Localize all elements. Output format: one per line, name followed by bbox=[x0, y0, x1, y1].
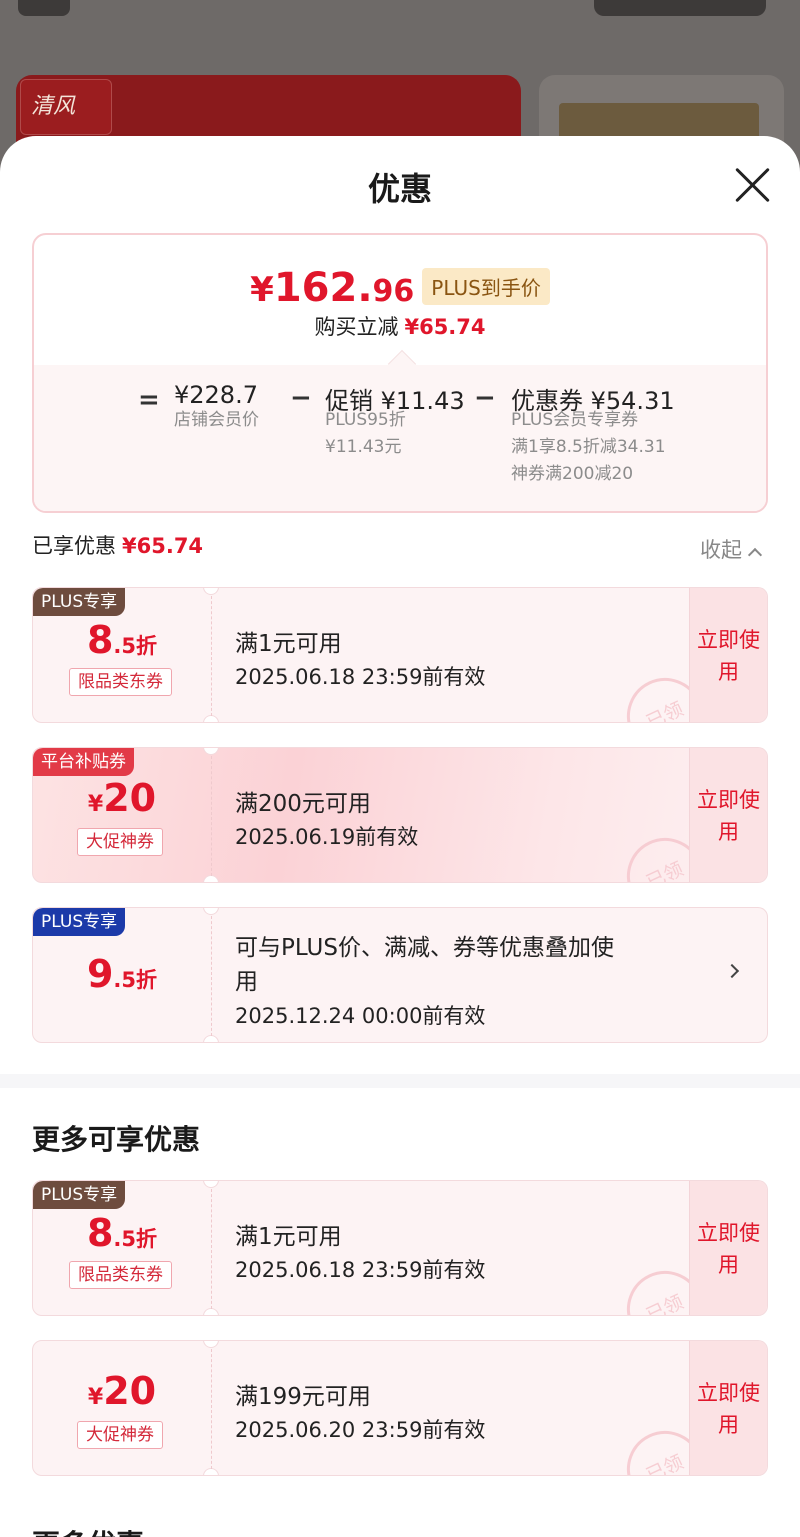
coupon-condition: 可与PLUS价、满减、券等优惠叠加使 bbox=[235, 935, 614, 961]
use-now-button[interactable]: 立即使用 bbox=[689, 588, 767, 722]
plus-badge: PLUS专享 bbox=[33, 1181, 126, 1209]
coupon-sub3: 神券满200减20 bbox=[511, 464, 634, 484]
chevron-up-icon bbox=[747, 547, 763, 563]
coupon-type-tag: 大促神券 bbox=[77, 1421, 163, 1449]
store-price-label: 店铺会员价 bbox=[174, 410, 259, 430]
enjoyed-discount: 已享优惠 ¥65.74 bbox=[32, 534, 204, 558]
coupon-validity: 2025.06.18 23:59前有效 bbox=[235, 665, 486, 689]
brand-logo: 清风 bbox=[20, 79, 112, 135]
coupon-validity: 2025.06.20 23:59前有效 bbox=[235, 1418, 486, 1442]
back-button[interactable] bbox=[18, 0, 70, 16]
coupon-value: 8.5折 bbox=[86, 618, 158, 662]
coupon-sub: PLUS会员专享券 bbox=[511, 410, 639, 430]
coupon-card[interactable]: PLUS专享 8.5折 限品类东券 满1元可用 2025.06.18 23:59… bbox=[32, 1180, 768, 1316]
coupon-validity: 2025.06.19前有效 bbox=[235, 825, 419, 849]
close-icon[interactable] bbox=[733, 166, 771, 204]
minus-sign: − bbox=[290, 383, 312, 413]
coupon-type-tag: 大促神券 bbox=[77, 828, 163, 856]
top-actions[interactable] bbox=[594, 0, 766, 16]
coupon-condition-cont: 用 bbox=[235, 969, 258, 995]
use-now-button[interactable]: 立即使用 bbox=[689, 748, 767, 882]
coupon-card[interactable]: PLUS专享 9.5折 可与PLUS价、满减、券等优惠叠加使 用 2025.12… bbox=[32, 907, 768, 1043]
use-now-button[interactable]: 立即使用 bbox=[689, 1181, 767, 1315]
coupon-sub2: 满1享8.5折减34.31 bbox=[511, 437, 666, 457]
coupon-card[interactable]: PLUS专享 8.5折 限品类东券 满1元可用 2025.06.18 23:59… bbox=[32, 587, 768, 723]
final-price: ¥162.96 PLUS到手价 bbox=[34, 265, 766, 311]
coupon-condition: 满200元可用 bbox=[235, 791, 371, 817]
price-breakdown: = ¥228.7 店铺会员价 − 促销 ¥11.43 PLUS95折 ¥11.4… bbox=[34, 349, 766, 511]
promo-sub: PLUS95折 bbox=[325, 410, 406, 430]
coupon-type-tag: 限品类东券 bbox=[69, 668, 172, 696]
equals-sign: = bbox=[138, 385, 160, 415]
subsidy-badge: 平台补贴券 bbox=[33, 748, 134, 776]
coupon-condition: 满199元可用 bbox=[235, 1384, 371, 1410]
section-divider bbox=[0, 1074, 800, 1088]
chevron-right-icon[interactable] bbox=[724, 963, 740, 979]
discount-sheet: 优惠 ¥162.96 PLUS到手价 购买立减 ¥65.74 = ¥228.7 店… bbox=[0, 136, 800, 1537]
coupon-validity: 2025.12.24 00:00前有效 bbox=[235, 1004, 486, 1028]
coupon-condition: 满1元可用 bbox=[235, 631, 342, 657]
plus-badge: PLUS专享 bbox=[33, 588, 126, 616]
store-price: ¥228.7 bbox=[174, 381, 258, 409]
coupon-value: ¥20 bbox=[87, 1369, 157, 1413]
use-now-button[interactable]: 立即使用 bbox=[689, 1341, 767, 1475]
coupon-type-tag: 限品类东券 bbox=[69, 1261, 172, 1289]
collapse-button[interactable]: 收起 bbox=[700, 534, 763, 564]
section-title: 更多可享优惠 bbox=[32, 1123, 201, 1156]
coupon-condition: 满1元可用 bbox=[235, 1224, 342, 1250]
minus-sign: − bbox=[474, 383, 496, 413]
coupon-card[interactable]: ¥20 大促神券 满199元可用 2025.06.20 23:59前有效 已领 … bbox=[32, 1340, 768, 1476]
sheet-title: 优惠 bbox=[367, 170, 432, 208]
coupon-card[interactable]: 平台补贴券 ¥20 大促神券 满200元可用 2025.06.19前有效 已领 … bbox=[32, 747, 768, 883]
coupon-value: ¥20 bbox=[87, 776, 157, 820]
save-row: 购买立减 ¥65.74 bbox=[314, 315, 486, 339]
plus-price-tag: PLUS到手价 bbox=[422, 268, 550, 305]
coupon-validity: 2025.06.18 23:59前有效 bbox=[235, 1258, 486, 1282]
coupon-value: 8.5折 bbox=[86, 1211, 158, 1255]
next-section-title: 更多优惠 bbox=[32, 1523, 144, 1537]
price-summary: ¥162.96 PLUS到手价 购买立减 ¥65.74 = ¥228.7 店铺会员… bbox=[32, 233, 768, 513]
coupon-value: 9.5折 bbox=[86, 952, 158, 996]
promo-sub2: ¥11.43元 bbox=[325, 437, 402, 457]
plus-badge: PLUS专享 bbox=[33, 908, 126, 936]
